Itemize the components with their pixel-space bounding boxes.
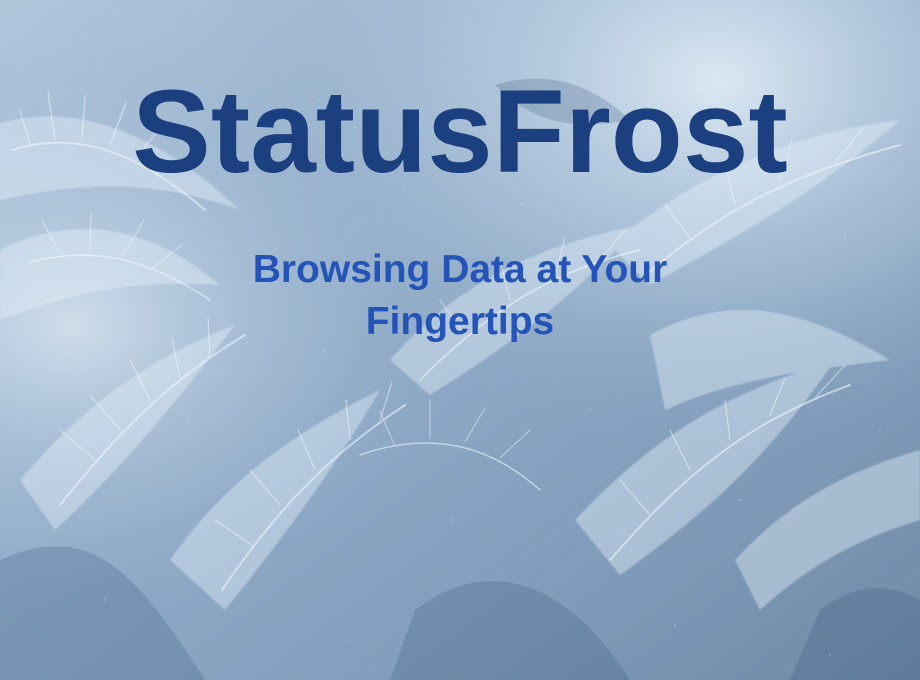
tagline: Browsing Data at Your Fingertips	[252, 248, 668, 343]
app-title: StatusFrost	[132, 66, 788, 198]
hero-section: StatusFrost Browsing Data at Your Finger…	[0, 0, 920, 680]
